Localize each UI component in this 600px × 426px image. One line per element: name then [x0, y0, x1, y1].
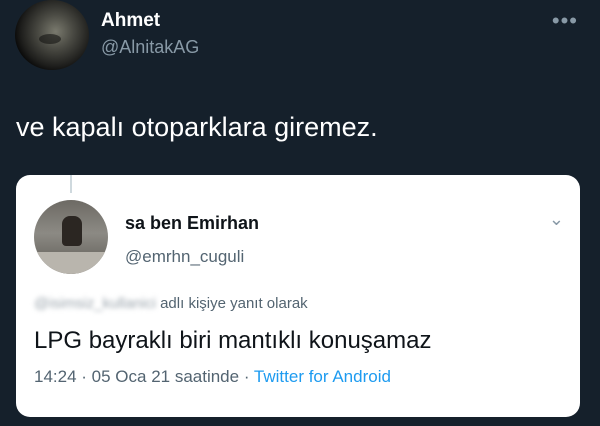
- author-handle[interactable]: @AlnitakAG: [101, 37, 199, 58]
- avatar-figure: [62, 216, 82, 246]
- thread-line: [70, 175, 72, 193]
- author-name[interactable]: Ahmet: [101, 10, 160, 32]
- quoted-tweet-text: LPG bayraklı biri mantıklı konuşamaz: [34, 327, 432, 354]
- moon-crater: [39, 34, 61, 44]
- more-horizontal-icon[interactable]: •••: [552, 8, 578, 34]
- tweet-text: ve kapalı otoparklara giremez.: [16, 112, 378, 142]
- author-avatar[interactable]: [15, 0, 89, 70]
- quoted-avatar[interactable]: [34, 200, 108, 274]
- reply-context-label: adlı kişiye yanıt olarak: [160, 295, 308, 312]
- avatar-ground: [34, 252, 108, 274]
- reply-context: @isimsiz_kullanici adlı kişiye yanıt ola…: [34, 295, 308, 312]
- reply-to-handle-blurred[interactable]: @isimsiz_kullanici: [34, 295, 156, 312]
- meta-separator: ·: [76, 367, 92, 386]
- quoted-author-handle[interactable]: @emrhn_cuguli: [125, 247, 244, 267]
- tweet-source-link[interactable]: Twitter for Android: [254, 367, 391, 386]
- meta-separator: ·: [239, 367, 254, 386]
- tweet-date[interactable]: 05 Oca 21 saatinde: [92, 367, 239, 386]
- chevron-down-icon[interactable]: ⌄: [549, 209, 564, 230]
- tweet-metadata: 14:24 · 05 Oca 21 saatinde · Twitter for…: [34, 367, 391, 387]
- quoted-author-name[interactable]: sa ben Emirhan: [125, 213, 259, 234]
- quoted-tweet-card[interactable]: sa ben Emirhan @emrhn_cuguli ⌄ @isimsiz_…: [16, 175, 580, 417]
- tweet-time[interactable]: 14:24: [34, 367, 77, 386]
